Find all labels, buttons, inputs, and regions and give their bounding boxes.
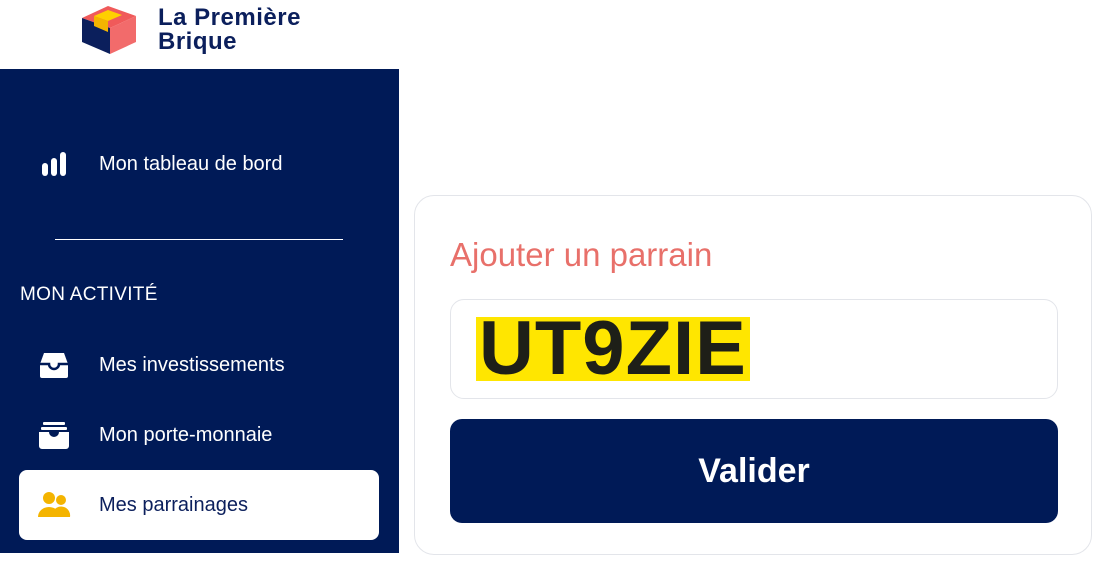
referral-code-value: UT9ZIE xyxy=(476,311,750,387)
brand-name-line2: Brique xyxy=(158,28,238,55)
brand-name-line1: La Première xyxy=(158,4,301,31)
sidebar-item-referrals[interactable]: Mes parrainages xyxy=(19,470,379,540)
brand-name: La Première Brique xyxy=(158,6,301,54)
sidebar: Mon tableau de bord MON ACTIVITÉ Mes inv… xyxy=(0,69,399,553)
brand-logo[interactable]: La Première Brique xyxy=(74,4,301,56)
wallet-box-icon xyxy=(37,418,71,452)
sidebar-item-label: Mes investissements xyxy=(99,353,285,376)
sidebar-item-label: Mon tableau de bord xyxy=(99,152,283,175)
validate-button[interactable]: Valider xyxy=(450,419,1058,523)
sidebar-item-investments[interactable]: Mes investissements xyxy=(19,330,379,400)
sidebar-item-wallet[interactable]: Mon porte-monnaie xyxy=(19,400,379,470)
brick-logo-icon xyxy=(82,6,136,54)
sidebar-item-label: Mon porte-monnaie xyxy=(99,423,273,446)
inbox-tray-icon xyxy=(37,348,71,382)
section-title-activity: MON ACTIVITÉ xyxy=(20,284,158,305)
card-title: Ajouter un parrain xyxy=(450,236,713,273)
page: La Première Brique Mon tableau de bord M… xyxy=(0,0,1100,564)
sidebar-item-dashboard[interactable]: Mon tableau de bord xyxy=(19,129,379,199)
bar-chart-icon xyxy=(37,147,71,181)
sidebar-divider xyxy=(55,239,343,240)
sidebar-item-label: Mes parrainages xyxy=(99,493,248,516)
users-icon xyxy=(37,488,71,522)
referral-code-input[interactable]: UT9ZIE xyxy=(450,299,1058,399)
add-referrer-card: Ajouter un parrain UT9ZIE Valider xyxy=(414,195,1092,555)
